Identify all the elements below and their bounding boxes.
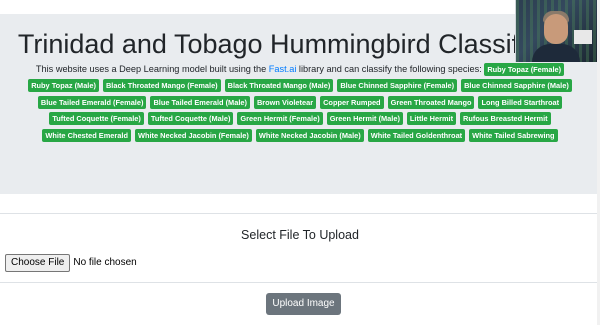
description: This website uses a Deep Learning model …	[0, 63, 600, 77]
choose-file-button[interactable]: Choose File	[5, 254, 71, 272]
species-row-4: White Chested Emerald White Necked Jacob…	[0, 128, 600, 143]
upload-title: Select File To Upload	[241, 228, 359, 242]
description-before: This website uses a Deep Learning model …	[35, 64, 269, 74]
species-badge: Long Billed Starthroat	[478, 95, 563, 109]
species-row-2: Blue Tailed Emerald (Female) Blue Tailed…	[0, 95, 600, 110]
species-badge: Copper Rumped	[320, 95, 384, 109]
header-jumbotron: Trinidad and Tobago Hummingbird Classifi…	[0, 14, 600, 194]
page-title: Trinidad and Tobago Hummingbird Classifi…	[0, 28, 600, 60]
species-badge: White Chested Emerald	[42, 128, 131, 142]
webcam-person-shirt	[532, 44, 580, 62]
species-badge: Tufted Coquette (Male)	[147, 112, 234, 126]
species-badge: Rufous Breasted Hermit	[460, 112, 551, 126]
fastai-link[interactable]: Fast.ai	[269, 64, 297, 74]
top-strip	[0, 0, 600, 14]
webcam-person-head	[544, 14, 568, 44]
species-badge: Blue Tailed Emerald (Female)	[37, 95, 147, 109]
webcam-overlay	[515, 0, 598, 62]
species-badge: Black Throated Mango (Male)	[224, 79, 334, 93]
description-after: library and can classify the following s…	[296, 64, 485, 74]
species-row-3: Tufted Coquette (Female) Tufted Coquette…	[0, 112, 600, 126]
species-badge: Brown Violetear	[253, 95, 317, 109]
file-status-text: No file chosen	[73, 257, 137, 268]
page-title-text: Trinidad and Tobago Hummingbird Classifi…	[17, 29, 550, 59]
webcam-sign	[574, 30, 592, 44]
species-badge: Tufted Coquette (Female)	[49, 112, 144, 126]
file-input[interactable]: Choose File No file chosen	[5, 254, 137, 272]
species-badge: White Necked Jacobin (Male)	[255, 128, 364, 142]
species-badge: Blue Chinned Sapphire (Male)	[461, 79, 572, 93]
species-badge: Ruby Topaz (Male)	[28, 79, 99, 93]
species-badge: Little Hermit	[406, 112, 457, 126]
species-badge: Green Throated Mango	[387, 95, 475, 109]
upload-image-button[interactable]: Upload Image	[266, 293, 341, 315]
species-badge: White Tailed Sabrewing	[469, 128, 558, 142]
section-divider-top	[0, 213, 600, 214]
species-badge: Green Hermit (Female)	[237, 112, 323, 126]
species-badge: Blue Tailed Emerald (Male)	[150, 95, 250, 109]
species-badge: White Tailed Goldenthroat	[367, 128, 466, 142]
species-row-1: Ruby Topaz (Male) Black Throated Mango (…	[0, 79, 600, 93]
species-badge: White Necked Jacobin (Female)	[134, 128, 252, 142]
species-badge: Blue Chinned Sapphire (Female)	[337, 79, 458, 93]
species-badge: Green Hermit (Male)	[326, 112, 403, 126]
species-badge: Ruby Topaz (Female)	[484, 63, 565, 77]
section-divider-bottom	[0, 282, 600, 283]
species-badge: Black Throated Mango (Female)	[102, 79, 221, 93]
